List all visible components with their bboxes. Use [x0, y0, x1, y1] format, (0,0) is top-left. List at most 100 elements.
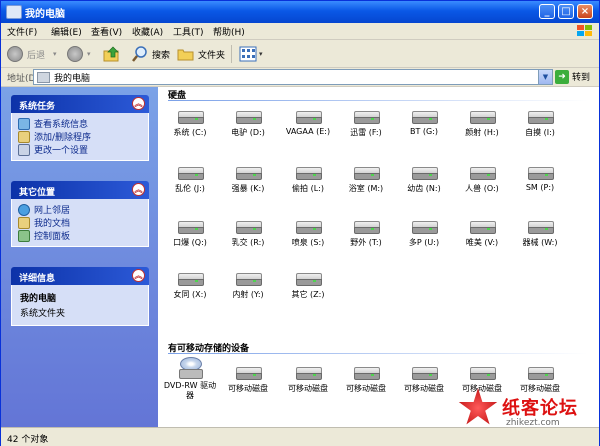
drive-label: 颜射 (H:): [465, 128, 499, 137]
drive-item[interactable]: 强暴 (K:): [220, 167, 276, 207]
views-button[interactable]: ▾: [239, 44, 263, 64]
drive-label: 喷泉 (S:): [291, 238, 325, 247]
collapse-icon[interactable]: ︽: [132, 269, 145, 282]
place-control-panel[interactable]: 控制面板: [18, 229, 142, 242]
minimize-button[interactable]: _: [539, 4, 555, 19]
system-tasks-panel: 系统任务 ︽ 查看系统信息 添加/删除程序 更改一个设置: [11, 95, 149, 161]
hard-drive-icon: [412, 167, 438, 180]
drive-item[interactable]: 偷拍 (L:): [280, 167, 336, 207]
toolbar-separator: [231, 45, 232, 63]
status-text: 42 个对象: [7, 435, 49, 445]
forward-dropdown-icon[interactable]: ▾: [87, 50, 91, 58]
device-label: DVD-RW 驱动器: [163, 381, 217, 400]
section-divider: [168, 353, 588, 354]
folders-button[interactable]: 文件夹: [177, 44, 225, 64]
removable-disk-item[interactable]: 可移动磁盘: [220, 367, 276, 407]
drive-label: 人兽 (O:): [465, 184, 499, 193]
dvd-drive-item[interactable]: DVD-RW 驱动器: [162, 357, 218, 400]
go-button[interactable]: ➜ 转到: [555, 69, 590, 84]
drive-item[interactable]: 乳交 (R:): [220, 221, 276, 261]
info-icon: [18, 117, 30, 130]
drive-item[interactable]: 浴室 (M:): [338, 167, 394, 207]
address-dropdown-icon[interactable]: ▼: [538, 70, 552, 84]
control-panel-icon: [18, 229, 30, 242]
drive-item[interactable]: 女同 (X:): [162, 273, 218, 313]
drive-item[interactable]: VAGAA (E:): [280, 111, 336, 151]
dvd-drive-icon: [179, 357, 203, 379]
removable-disk-item[interactable]: 可移动磁盘: [338, 367, 394, 407]
removable-disk-item[interactable]: 可移动磁盘: [280, 367, 336, 407]
drive-label: 唯美 (V:): [465, 238, 499, 247]
menu-help[interactable]: 帮助(H): [213, 25, 245, 38]
up-folder-icon: [103, 46, 119, 62]
menu-edit[interactable]: 编辑(E): [51, 25, 82, 38]
menu-favorites[interactable]: 收藏(A): [132, 25, 163, 38]
drive-item[interactable]: 野外 (T:): [338, 221, 394, 261]
hard-drive-icon: [296, 221, 322, 234]
up-folder-button[interactable]: [103, 44, 121, 64]
hard-drive-icon: [528, 167, 554, 180]
drive-item[interactable]: 喷泉 (S:): [280, 221, 336, 261]
hard-drive-icon: [470, 111, 496, 124]
network-icon: [18, 203, 30, 216]
collapse-icon[interactable]: ︽: [132, 183, 145, 196]
title-bar[interactable]: 我的电脑 _ □ ×: [1, 1, 599, 23]
address-input[interactable]: 我的电脑 ▼: [33, 69, 553, 85]
forward-button[interactable]: ▾: [67, 44, 91, 64]
computer-icon: [37, 72, 50, 83]
menu-view[interactable]: 查看(V): [91, 25, 122, 38]
hard-drive-icon: [178, 221, 204, 234]
drive-item[interactable]: 内射 (Y:): [220, 273, 276, 313]
drive-item[interactable]: 唯美 (V:): [454, 221, 510, 261]
system-tasks-header[interactable]: 系统任务 ︽: [11, 95, 149, 113]
close-button[interactable]: ×: [577, 4, 593, 19]
drive-item[interactable]: 器械 (W:): [512, 221, 568, 261]
drive-item[interactable]: 人兽 (O:): [454, 167, 510, 207]
drive-item[interactable]: 自摸 (I:): [512, 111, 568, 151]
drive-label: 口爆 (Q:): [173, 238, 207, 247]
drive-item[interactable]: 乱伦 (J:): [162, 167, 218, 207]
hard-drive-icon: [470, 221, 496, 234]
hard-drive-icon: [412, 111, 438, 124]
hard-drive-icon: [354, 221, 380, 234]
collapse-icon[interactable]: ︽: [132, 97, 145, 110]
drive-item[interactable]: SM (P:): [512, 167, 568, 207]
task-view-system-info[interactable]: 查看系统信息: [18, 117, 142, 130]
place-my-documents[interactable]: 我的文档: [18, 216, 142, 229]
task-change-setting[interactable]: 更改一个设置: [18, 143, 142, 156]
task-add-remove-programs[interactable]: 添加/删除程序: [18, 130, 142, 143]
maximize-button[interactable]: □: [558, 4, 574, 19]
hard-drive-icon: [296, 111, 322, 124]
task-pane: 系统任务 ︽ 查看系统信息 添加/删除程序 更改一个设置 其它位置 ︽ 网上邻居…: [1, 87, 158, 427]
details-header[interactable]: 详细信息 ︽: [11, 267, 149, 285]
drive-item[interactable]: 迅雷 (F:): [338, 111, 394, 151]
details-description: 系统文件夹: [20, 309, 66, 319]
details-name: 我的电脑: [20, 294, 57, 304]
drive-label: 迅雷 (F:): [350, 128, 382, 137]
drive-label: 浴室 (M:): [348, 184, 384, 193]
drive-label: 器械 (W:): [522, 238, 558, 247]
other-places-header[interactable]: 其它位置 ︽: [11, 181, 149, 199]
removable-disk-item[interactable]: 可移动磁盘: [396, 367, 452, 407]
place-network[interactable]: 网上邻居: [18, 203, 142, 216]
back-arrow-icon: [7, 46, 23, 62]
drive-item[interactable]: 颜射 (H:): [454, 111, 510, 151]
device-label: 可移动磁盘: [288, 384, 328, 393]
menu-tools[interactable]: 工具(T): [173, 25, 204, 38]
views-dropdown-icon[interactable]: ▾: [259, 50, 263, 58]
drive-item[interactable]: 口爆 (Q:): [162, 221, 218, 261]
back-button[interactable]: 后退 ▾: [7, 44, 57, 64]
removable-disk-icon: [470, 367, 496, 380]
drive-item[interactable]: 电驴 (D:): [220, 111, 276, 151]
drive-label: 乳交 (R:): [231, 238, 265, 247]
back-dropdown-icon[interactable]: ▾: [53, 50, 57, 58]
menu-file[interactable]: 文件(F): [7, 25, 37, 38]
hard-drive-icon: [178, 167, 204, 180]
drive-item[interactable]: 其它 (Z:): [280, 273, 336, 313]
drive-item[interactable]: BT (G:): [396, 111, 452, 151]
drive-item[interactable]: 系统 (C:): [162, 111, 218, 151]
address-bar: 地址(D) 我的电脑 ▼ ➜ 转到: [1, 68, 599, 87]
drive-item[interactable]: 幼齿 (N:): [396, 167, 452, 207]
drive-item[interactable]: 多P (U:): [396, 221, 452, 261]
search-button[interactable]: 搜索: [131, 44, 170, 64]
